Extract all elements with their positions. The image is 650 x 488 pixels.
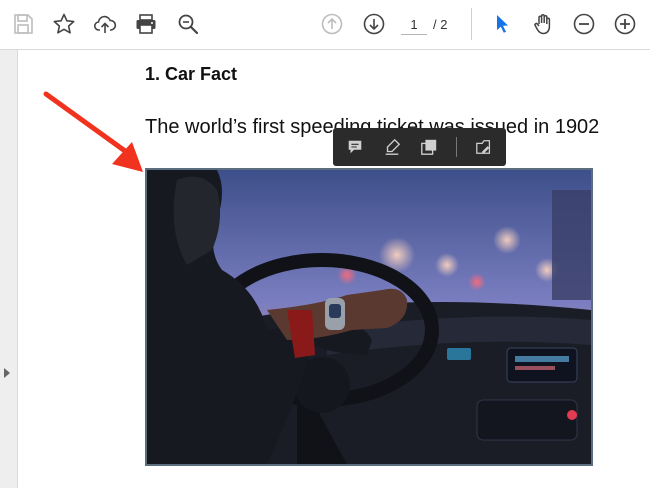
- document-heading: 1. Car Fact: [145, 64, 238, 84]
- expand-panel-icon[interactable]: [4, 368, 10, 378]
- comment-icon[interactable]: [343, 135, 367, 159]
- left-panel-rail: [0, 50, 18, 488]
- red-annotation-arrow: [43, 91, 143, 172]
- upload-cloud-icon[interactable]: [91, 10, 119, 38]
- toolbar-divider: [471, 8, 472, 40]
- highlight-pen-icon[interactable]: [380, 135, 404, 159]
- zoom-out-icon[interactable]: [570, 10, 598, 38]
- save-icon[interactable]: [9, 10, 37, 38]
- current-page-input[interactable]: [401, 14, 427, 35]
- bookmark-star-icon[interactable]: [50, 10, 78, 38]
- page-total: / 2: [433, 17, 448, 32]
- main-toolbar: / 2: [0, 0, 650, 50]
- page-down-icon[interactable]: [360, 10, 388, 38]
- page-up-icon[interactable]: [318, 10, 346, 38]
- zoom-in-icon[interactable]: [611, 10, 639, 38]
- car-driver-photo: [147, 170, 591, 464]
- edit-image-icon[interactable]: [472, 135, 496, 159]
- zoom-search-icon[interactable]: [174, 10, 202, 38]
- select-cursor-icon[interactable]: [488, 10, 516, 38]
- image-context-toolbar: [333, 128, 506, 166]
- copy-image-icon[interactable]: [417, 135, 441, 159]
- context-toolbar-divider: [456, 137, 457, 157]
- print-icon[interactable]: [132, 10, 160, 38]
- selected-image[interactable]: [145, 168, 593, 466]
- hand-tool-icon[interactable]: [529, 10, 557, 38]
